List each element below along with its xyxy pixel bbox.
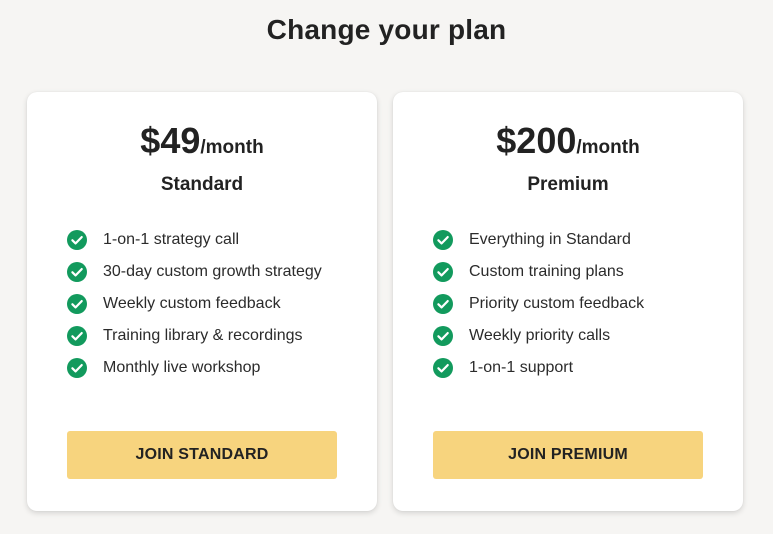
- price-line: $200/month: [393, 120, 743, 162]
- price-period: /month: [576, 137, 640, 158]
- page-title: Change your plan: [266, 14, 507, 45]
- price-amount: $49: [140, 120, 201, 161]
- check-circle-icon: [67, 326, 87, 346]
- feature-item: 1-on-1 support: [433, 352, 644, 384]
- check-circle-icon: [433, 262, 453, 282]
- check-circle-icon: [67, 262, 87, 282]
- check-circle-icon: [67, 230, 87, 250]
- feature-item: Everything in Standard: [433, 224, 644, 256]
- plan-card-premium: $200/month Premium Everything in Standar…: [393, 92, 743, 511]
- feature-item: Weekly priority calls: [433, 320, 644, 352]
- feature-text: Weekly custom feedback: [103, 295, 281, 312]
- check-circle-icon: [433, 358, 453, 378]
- feature-item: 30-day custom growth strategy: [67, 256, 322, 288]
- feature-text: Custom training plans: [469, 263, 624, 280]
- check-circle-icon: [433, 294, 453, 314]
- feature-item: Priority custom feedback: [433, 288, 644, 320]
- join-standard-button[interactable]: JOIN STANDARD: [67, 431, 337, 479]
- feature-text: Priority custom feedback: [469, 295, 645, 312]
- check-circle-icon: [67, 358, 87, 378]
- price-amount: $200: [496, 120, 577, 161]
- feature-text: Monthly live workshop: [103, 359, 261, 376]
- feature-item: Custom training plans: [433, 256, 644, 288]
- check-circle-icon: [433, 230, 453, 250]
- feature-text: Training library & recordings: [103, 327, 303, 344]
- plan-name: Standard: [160, 174, 244, 195]
- feature-list: 1-on-1 strategy call 30-day custom growt…: [67, 224, 322, 384]
- feature-text: Everything in Standard: [469, 231, 631, 248]
- feature-item: Weekly custom feedback: [67, 288, 322, 320]
- feature-item: Monthly live workshop: [67, 352, 322, 384]
- join-premium-button[interactable]: JOIN PREMIUM: [433, 431, 703, 479]
- feature-item: Training library & recordings: [67, 320, 322, 352]
- feature-item: 1-on-1 strategy call: [67, 224, 322, 256]
- price-period: /month: [200, 137, 264, 158]
- feature-text: 1-on-1 strategy call: [103, 231, 240, 248]
- feature-text: 1-on-1 support: [469, 359, 574, 376]
- plan-card-standard: $49/month Standard 1-on-1 strategy call …: [27, 92, 377, 511]
- check-circle-icon: [67, 294, 87, 314]
- feature-text: Weekly priority calls: [469, 327, 611, 344]
- check-circle-icon: [433, 326, 453, 346]
- feature-list: Everything in Standard Custom training p…: [433, 224, 644, 384]
- price-line: $49/month: [27, 120, 377, 162]
- feature-text: 30-day custom growth strategy: [103, 263, 322, 280]
- plan-name: Premium: [527, 174, 609, 195]
